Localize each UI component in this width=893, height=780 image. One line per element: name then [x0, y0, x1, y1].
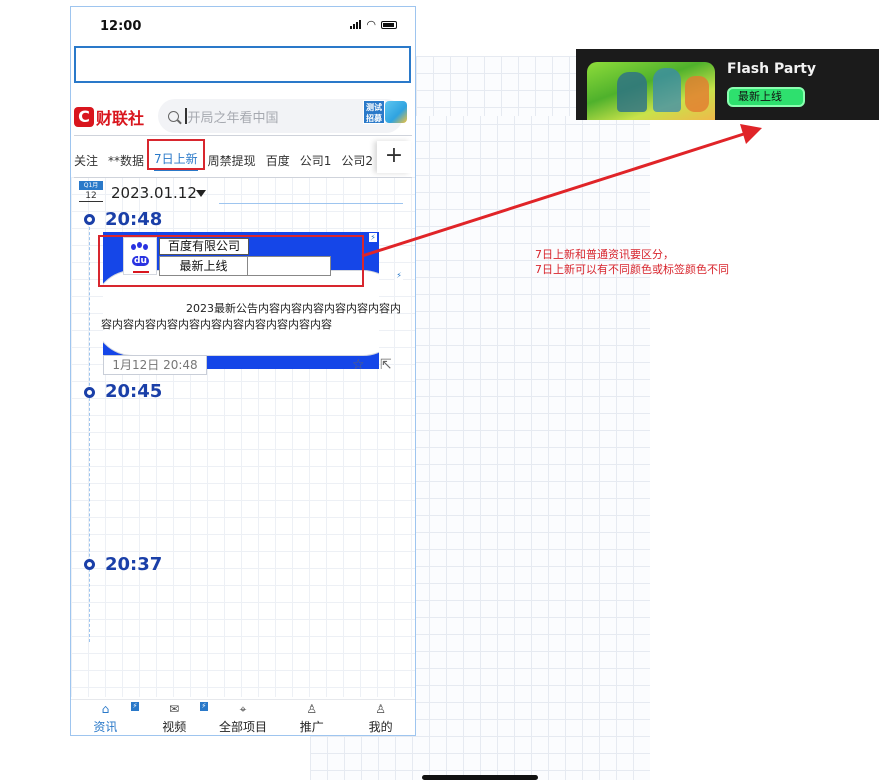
date-badge-day: 12 [79, 190, 103, 202]
app-logo: C 财联社 [74, 104, 144, 130]
nav-promote[interactable]: ♙ 推广 [277, 702, 346, 735]
card-highlight-box [98, 235, 364, 287]
timeline-dot [84, 214, 95, 225]
home-icon: ⌂ [101, 702, 110, 716]
timeline-dot [84, 559, 95, 570]
popup-tag: 最新上线 [727, 87, 805, 107]
bottom-nav: ⌂ 资讯 ⚡ ✉ 视频 ⚡ ⌖ 全部项目 ♙ 推广 ♙ 我的 [71, 702, 415, 735]
signal-icon [350, 20, 362, 29]
nav-projects-label: 全部项目 [218, 720, 267, 734]
battery-icon [381, 20, 397, 29]
phone-frame: 12:00 ◠ C 财联社 开局之年看中国 测试招募 关注 **数据 7日上新 … [70, 6, 416, 736]
status-bar: 12:00 ◠ [71, 7, 415, 43]
bolt-icon: ⚡ [199, 702, 208, 711]
nav-promote-label: 推广 [299, 720, 324, 734]
top-input-box[interactable] [74, 46, 411, 83]
logo-text: 财联社 [96, 109, 145, 128]
location-icon: ⌖ [239, 702, 247, 716]
home-indicator [422, 775, 538, 780]
tab-company1[interactable]: 公司1 [300, 152, 332, 169]
nav-video[interactable]: ✉ 视频 ⚡ [140, 702, 209, 735]
star-icon[interactable]: ☆ [352, 357, 365, 373]
tab-data[interactable]: **数据 [108, 152, 144, 169]
add-tab-button[interactable]: + [377, 141, 411, 173]
reference-popup: Flash Party 最新上线 [576, 49, 879, 120]
design-canvas: 12:00 ◠ C 财联社 开局之年看中国 测试招募 关注 **数据 7日上新 … [0, 0, 893, 780]
tab-baidu[interactable]: 百度 [266, 152, 290, 169]
popup-title: Flash Party [727, 61, 817, 77]
card-body-line2: 容内容内容内容内容内容内容内容内容内容内容 [101, 318, 332, 331]
promo-label: 测试招募 [363, 100, 385, 124]
tab-company2[interactable]: 公司2 [341, 152, 373, 169]
card-timestamp: 1月12日 20:48 [103, 355, 207, 375]
nav-news[interactable]: ⌂ 资讯 ⚡ [71, 702, 140, 735]
timeline-dot [84, 387, 95, 398]
date-badge: Q1月 12 [79, 181, 103, 203]
text-caret [185, 108, 187, 124]
mail-icon: ✉ [169, 702, 180, 716]
promo-art-icon [385, 101, 407, 123]
wifi-icon: ◠ [366, 18, 376, 31]
search-placeholder: 开局之年看中国 [187, 110, 279, 126]
tab-withdraw[interactable]: 周禁提现 [208, 152, 256, 169]
timeline-time: 20:37 [105, 554, 163, 575]
card-body-line1: 2023最新公告内容内容内容内容内容内容内 [186, 302, 401, 315]
bolt-icon: ⚡ [369, 233, 377, 242]
annotation-note: 7日上新和普通资讯要区分， 7日上新可以有不同颜色或标签颜色不同 [535, 247, 729, 277]
nav-projects[interactable]: ⌖ 全部项目 [209, 702, 278, 735]
logo-mark: C [74, 107, 94, 127]
tab-follow[interactable]: 关注 [74, 152, 98, 169]
tab-highlight-box [147, 139, 205, 170]
bolt-icon: ⚡ [131, 702, 139, 711]
status-time: 12:00 [100, 19, 142, 34]
tabs-divider [74, 177, 412, 178]
bottom-nav-divider [71, 699, 415, 700]
annotation-line1: 7日上新和普通资讯要区分， [535, 248, 674, 261]
date-divider [219, 203, 403, 204]
nav-mine[interactable]: ♙ 我的 [346, 702, 415, 735]
timeline-line [89, 217, 90, 642]
user-icon: ♙ [306, 702, 318, 716]
timeline-time: 20:48 [105, 209, 163, 230]
search-icon [168, 110, 179, 122]
caret-down-icon[interactable] [196, 190, 206, 197]
game-thumbnail [587, 62, 715, 120]
share-icon[interactable]: ⇱ [380, 357, 392, 373]
nav-mine-label: 我的 [368, 720, 393, 734]
status-icons: ◠ [350, 18, 397, 31]
date-selector[interactable]: 2023.01.12 [111, 184, 197, 202]
annotation-line2: 7日上新可以有不同颜色或标签颜色不同 [535, 263, 729, 276]
user-icon: ♙ [375, 702, 386, 716]
nav-video-label: 视频 [162, 720, 187, 734]
background-grid-top [416, 56, 596, 116]
promo-banner[interactable]: 测试招募 [363, 100, 407, 126]
nav-news-label: 资讯 [93, 720, 118, 734]
timeline-time: 20:45 [105, 381, 163, 402]
header-divider [74, 135, 412, 136]
bolt-icon: ⚡ [395, 271, 403, 280]
tab-bar: 关注 **数据 7日上新 周禁提现 百度 公司1 公司2 [74, 145, 379, 175]
date-badge-month: Q1月 [79, 181, 103, 190]
